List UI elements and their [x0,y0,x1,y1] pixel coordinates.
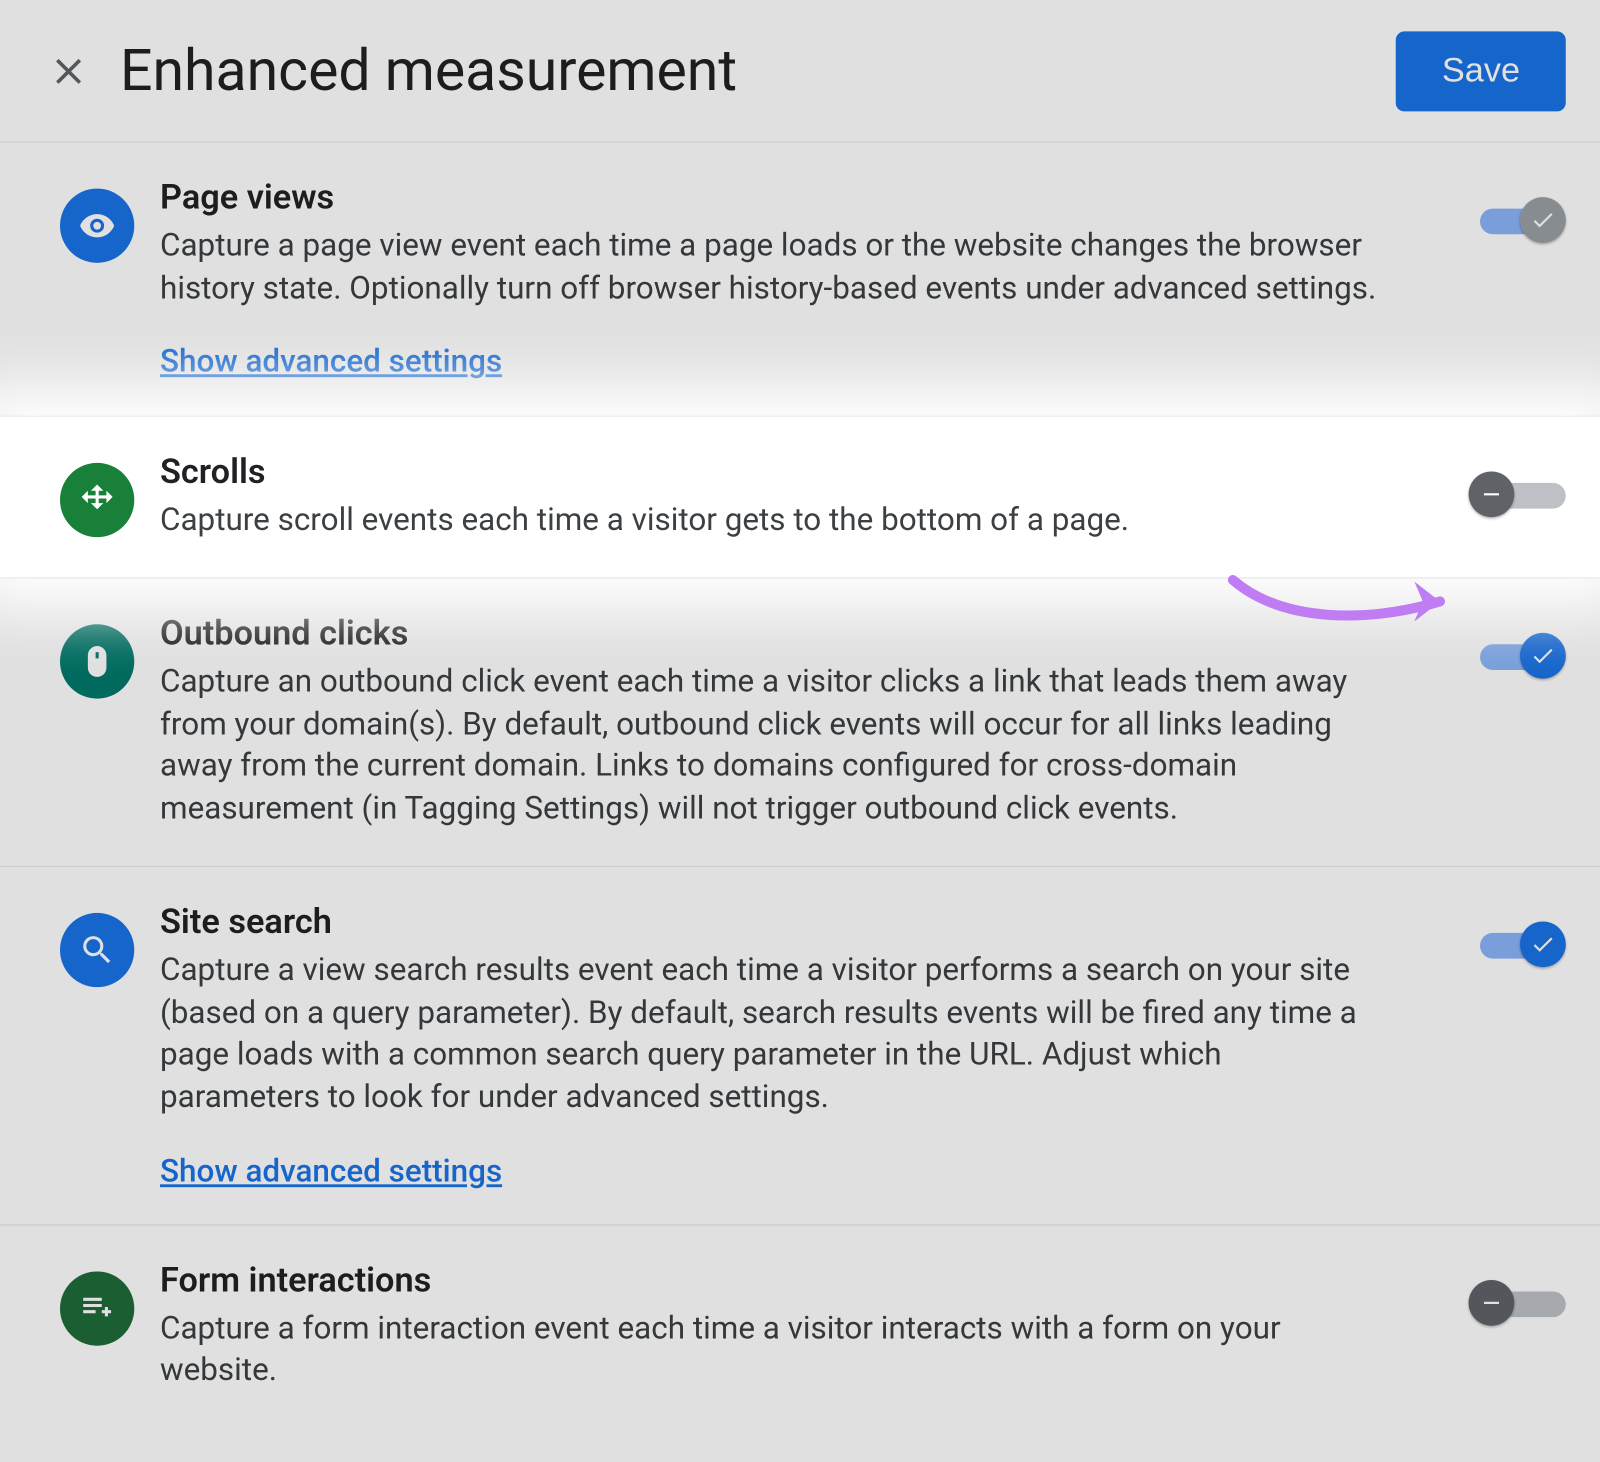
item-page-views: Page views Capture a page view event eac… [0,143,1600,416]
toggle-site-search[interactable] [1469,921,1566,967]
item-site-search: Site search Capture a view search result… [0,867,1600,1225]
item-description: Capture a view search results event each… [160,950,1386,1120]
save-button[interactable]: Save [1396,31,1566,111]
search-icon [60,913,134,987]
show-advanced-link[interactable]: Show advanced settings [160,1154,502,1190]
scroll-icon [60,463,134,537]
eye-icon [60,189,134,263]
mouse-icon [60,624,134,698]
item-description: Capture a form interaction event each ti… [160,1308,1386,1393]
item-title: Form interactions [160,1259,1386,1299]
item-title: Page views [160,177,1386,217]
item-scrolls: Scrolls Capture scroll events each time … [0,416,1600,578]
item-outbound-clicks: Outbound clicks Capture an outbound clic… [0,579,1600,867]
show-advanced-link[interactable]: Show advanced settings [160,345,502,381]
page-title: Enhanced measurement [120,37,737,104]
check-icon [1520,921,1566,967]
item-title: Outbound clicks [160,613,1386,653]
toggle-page-views[interactable] [1469,197,1566,243]
form-icon [60,1271,134,1345]
check-icon [1520,197,1566,243]
item-title: Scrolls [160,452,1386,492]
item-title: Site search [160,901,1386,941]
dialog-header: Enhanced measurement Save [0,0,1600,143]
item-description: Capture an outbound click event each tim… [160,662,1386,832]
item-form-interactions: Form interactions Capture a form interac… [0,1225,1600,1427]
toggle-form-interactions[interactable] [1469,1279,1566,1325]
check-icon [1520,633,1566,679]
close-icon[interactable] [34,36,103,105]
toggle-outbound-clicks[interactable] [1469,633,1566,679]
toggle-scrolls[interactable] [1469,472,1566,518]
minus-icon [1469,1279,1515,1325]
measurement-list: Page views Capture a page view event eac… [0,143,1600,1427]
minus-icon [1469,472,1515,518]
item-description: Capture scroll events each time a visito… [160,501,1386,543]
item-description: Capture a page view event each time a pa… [160,226,1386,311]
